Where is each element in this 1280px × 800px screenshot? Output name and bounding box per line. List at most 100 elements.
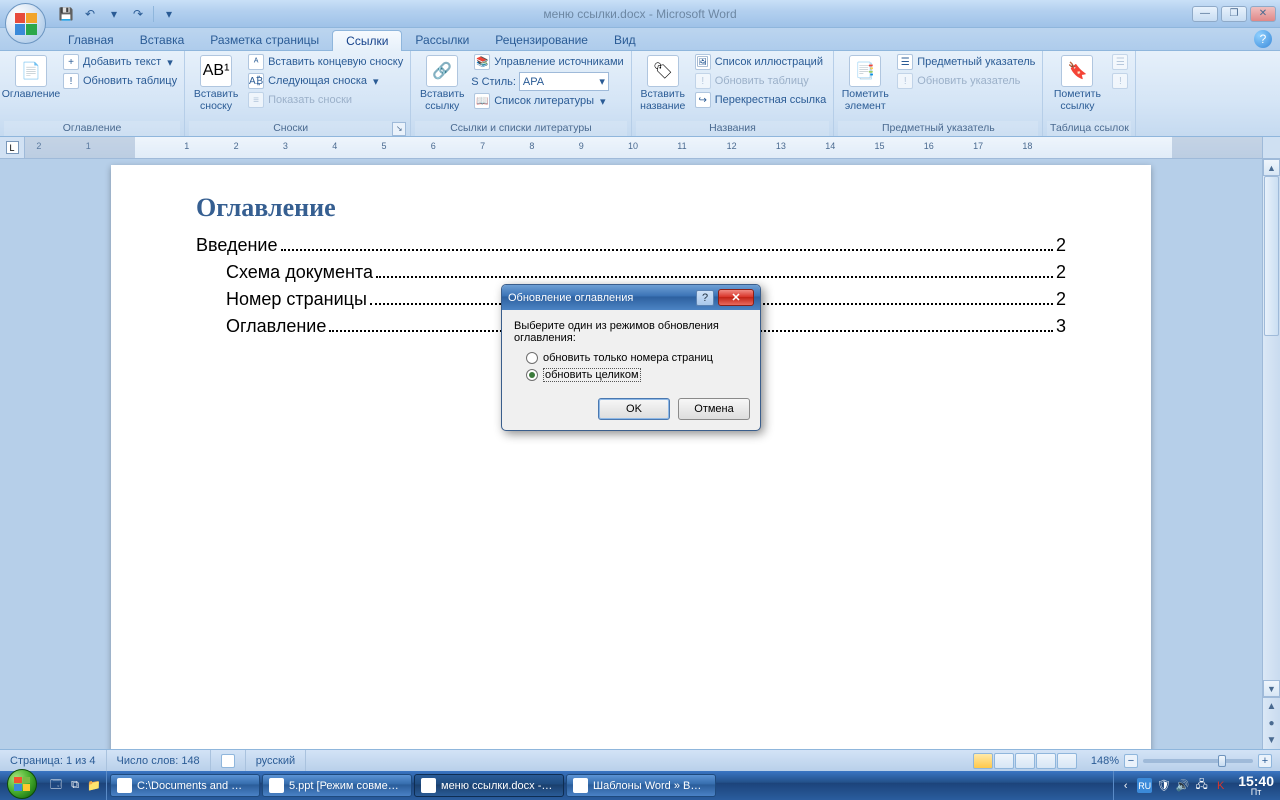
insert-footnote-label: Вставить сноску <box>191 89 241 112</box>
prev-page-button[interactable]: ▲ <box>1263 698 1280 715</box>
browse-object-button[interactable]: ● <box>1263 715 1280 732</box>
next-footnote-button[interactable]: A₿Следующая сноска▾ <box>245 72 406 90</box>
tray-lang-icon[interactable]: RU <box>1137 778 1152 793</box>
toc-page: 2 <box>1056 235 1066 256</box>
status-page[interactable]: Страница: 1 из 4 <box>0 750 107 771</box>
insert-index-button[interactable]: ☰Предметный указатель <box>894 53 1038 71</box>
caption-icon: 🏷 <box>647 55 679 87</box>
window-controls: — ❐ ✕ <box>1192 6 1280 22</box>
toc-row[interactable]: Введение 2 <box>196 235 1066 256</box>
footnotes-dialog-launcher[interactable]: ↘ <box>392 122 406 136</box>
qat-save[interactable]: 💾 <box>55 4 77 24</box>
dialog-titlebar[interactable]: Обновление оглавления ? ✕ <box>502 285 760 310</box>
horizontal-ruler[interactable]: 21123456789101112131415161718 <box>25 137 1262 158</box>
group-citations-label: Ссылки и списки литературы <box>415 121 626 136</box>
close-button[interactable]: ✕ <box>1250 6 1276 22</box>
insert-footnote-button[interactable]: AB¹ Вставить сноску <box>189 53 243 114</box>
cross-reference-button[interactable]: ↪Перекрестная ссылка <box>692 91 830 109</box>
crossref-label: Перекрестная ссылка <box>715 94 827 106</box>
toc-button[interactable]: 📄 Оглавление <box>4 53 58 103</box>
zoom-out-button[interactable]: − <box>1124 754 1138 768</box>
radio-page-numbers-only[interactable]: обновить только номера страниц <box>514 350 748 366</box>
status-language[interactable]: русский <box>246 750 306 771</box>
taskbar-item[interactable]: C:\Documents and … <box>110 774 260 797</box>
next-page-button[interactable]: ▼ <box>1263 732 1280 749</box>
view-full-screen[interactable] <box>994 753 1014 769</box>
insert-caption-button[interactable]: 🏷 Вставить название <box>636 53 690 114</box>
update-toa-button: ! <box>1109 72 1131 90</box>
ribbon: 📄 Оглавление +Добавить текст▾ !Обновить … <box>0 51 1280 137</box>
add-text-button[interactable]: +Добавить текст▾ <box>60 53 180 71</box>
scroll-thumb[interactable] <box>1264 176 1279 336</box>
tabstop-selector[interactable]: L <box>0 137 25 158</box>
scroll-up-button[interactable]: ▲ <box>1263 159 1280 176</box>
ql-switch-windows[interactable]: ⧉ <box>66 776 84 796</box>
maximize-button[interactable]: ❐ <box>1221 6 1247 22</box>
toc-button-label: Оглавление <box>2 89 61 101</box>
group-authorities-label: Таблица ссылок <box>1047 121 1131 136</box>
tab-view[interactable]: Вид <box>601 30 649 50</box>
manage-sources-button[interactable]: 📚Управление источниками <box>471 53 626 71</box>
qat-redo[interactable]: ↷ <box>127 4 149 24</box>
zoom-in-button[interactable]: + <box>1258 754 1272 768</box>
tray-expand-icon[interactable]: ‹ <box>1118 778 1133 793</box>
ql-show-desktop[interactable]: 🗔 <box>47 776 65 796</box>
help-button[interactable]: ? <box>1254 30 1272 48</box>
view-web-layout[interactable] <box>1015 753 1035 769</box>
add-text-icon: + <box>63 54 79 70</box>
tab-mailings[interactable]: Рассылки <box>402 30 482 50</box>
tab-page-layout[interactable]: Разметка страницы <box>197 30 332 50</box>
mark-entry-button[interactable]: 📑 Пометить элемент <box>838 53 892 114</box>
ql-app[interactable]: 📁 <box>85 776 103 796</box>
toc-text: Введение <box>196 235 278 256</box>
qat-undo-menu[interactable]: ▾ <box>103 4 125 24</box>
tab-home[interactable]: Главная <box>55 30 127 50</box>
vertical-scrollbar[interactable]: ▲ ▼ ▲ ● ▼ <box>1262 159 1280 749</box>
document-scroll[interactable]: Оглавление Введение2Схема документа2Номе… <box>0 159 1262 749</box>
view-print-layout[interactable] <box>973 753 993 769</box>
tab-references[interactable]: Ссылки <box>332 30 402 51</box>
tab-insert[interactable]: Вставка <box>127 30 198 50</box>
dialog-help-button[interactable]: ? <box>696 290 714 306</box>
insert-citation-button[interactable]: 🔗 Вставить ссылку <box>415 53 469 114</box>
bibliography-button[interactable]: 📖Список литературы▾ <box>471 92 626 110</box>
start-button[interactable] <box>0 771 44 800</box>
mark-citation-button[interactable]: 🔖 Пометить ссылку <box>1047 53 1107 114</box>
radio-update-entire[interactable]: обновить целиком <box>514 366 748 384</box>
qat-customize[interactable]: ▾ <box>158 4 180 24</box>
dialog-close-button[interactable]: ✕ <box>718 289 754 306</box>
office-button[interactable] <box>5 3 46 44</box>
page[interactable]: Оглавление Введение2Схема документа2Номе… <box>111 165 1151 749</box>
ok-button[interactable]: OK <box>598 398 670 420</box>
citation-style-select[interactable]: APA▾ <box>519 72 609 91</box>
zoom-value[interactable]: 148% <box>1091 755 1119 767</box>
qat-undo[interactable]: ↶ <box>79 4 101 24</box>
tray-shield-icon[interactable]: 🛡 <box>1156 778 1171 793</box>
tray-volume-icon[interactable]: 🔊 <box>1175 778 1190 793</box>
scroll-track[interactable] <box>1263 176 1280 680</box>
tab-review[interactable]: Рецензирование <box>482 30 601 50</box>
status-proofing[interactable] <box>211 750 246 771</box>
taskbar-item[interactable]: меню ссылки.docx -… <box>414 774 564 797</box>
taskbar-item[interactable]: Шаблоны Word » В… <box>566 774 716 797</box>
toc-row[interactable]: Схема документа2 <box>196 262 1066 283</box>
zoom-thumb[interactable] <box>1218 755 1226 767</box>
update-tof-icon: ! <box>695 73 711 89</box>
taskbar: 🗔 ⧉ 📁 C:\Documents and … 5.ppt [Режим сов… <box>0 771 1280 800</box>
taskbar-clock[interactable]: 15:40 Пт <box>1232 774 1280 797</box>
zoom-slider[interactable] <box>1143 759 1253 763</box>
tray-av-icon[interactable]: K <box>1213 778 1228 793</box>
insert-endnote-button[interactable]: ᴬВставить концевую сноску <box>245 53 406 71</box>
scroll-down-button[interactable]: ▼ <box>1263 680 1280 697</box>
task-label: C:\Documents and … <box>137 780 242 792</box>
tray-network-icon[interactable]: 🖧 <box>1194 778 1209 793</box>
update-toc-button[interactable]: !Обновить таблицу <box>60 72 180 90</box>
minimize-button[interactable]: — <box>1192 6 1218 22</box>
view-outline[interactable] <box>1036 753 1056 769</box>
table-of-figures-button[interactable]: 🖼Список иллюстраций <box>692 53 830 71</box>
view-draft[interactable] <box>1057 753 1077 769</box>
status-word-count[interactable]: Число слов: 148 <box>107 750 211 771</box>
tabstop-icon: L <box>6 141 19 154</box>
taskbar-item[interactable]: 5.ppt [Режим совме… <box>262 774 412 797</box>
cancel-button[interactable]: Отмена <box>678 398 750 420</box>
